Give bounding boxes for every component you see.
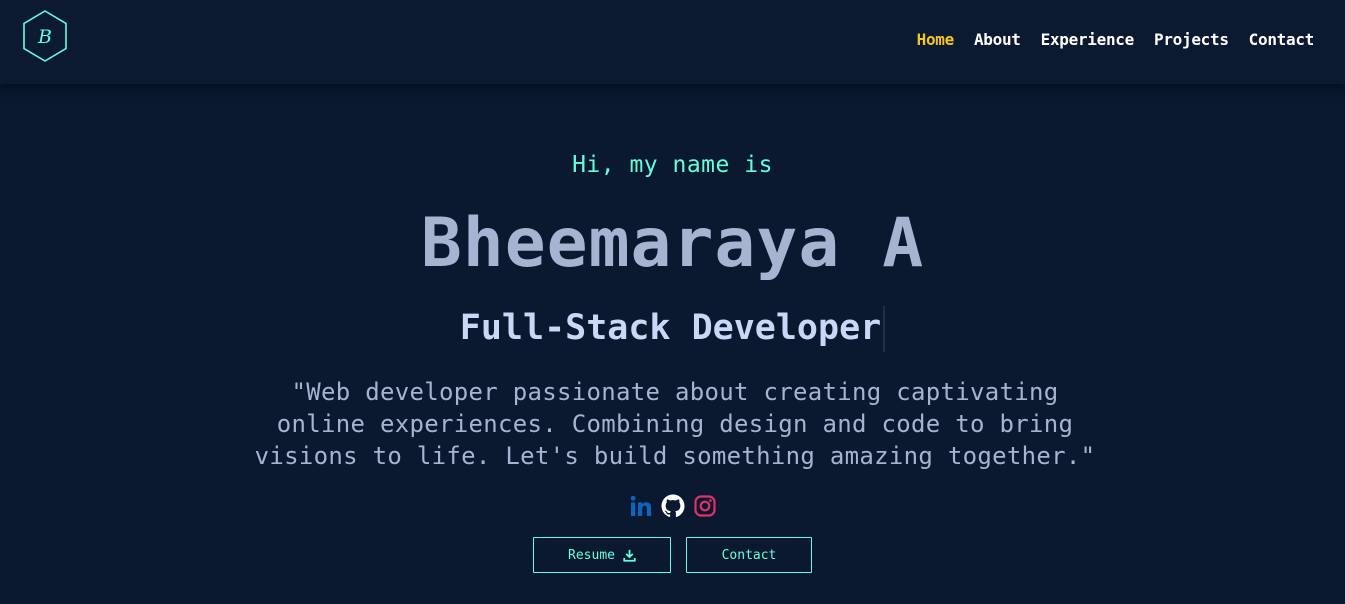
resume-button[interactable]: Resume: [533, 537, 671, 573]
contact-button-label: Contact: [721, 547, 777, 563]
nav-home-link[interactable]: Home: [917, 30, 955, 49]
instagram-icon[interactable]: [693, 494, 717, 518]
nav-contact-link[interactable]: Contact: [1249, 30, 1315, 49]
logo-hexagon-icon[interactable]: B: [22, 10, 68, 62]
nav-experience-link[interactable]: Experience: [1041, 30, 1135, 49]
resume-button-label: Resume: [568, 547, 615, 563]
download-icon: [623, 549, 636, 562]
nav-projects-link[interactable]: Projects: [1154, 30, 1229, 49]
social-links: [0, 494, 1345, 518]
hero-tagline: "Web developer passionate about creating…: [254, 378, 1096, 470]
navbar: B Home About Experience Projects Contact: [0, 0, 1345, 84]
hero-section: Hi, my name is Bheemaraya A Full-Stack D…: [0, 84, 1345, 604]
hero-name: Bheemaraya A: [420, 204, 925, 283]
logo-letter: B: [37, 26, 52, 48]
role-line: Full-Stack Developer: [0, 306, 1345, 352]
nav-about-link[interactable]: About: [974, 30, 1021, 49]
github-icon[interactable]: [661, 494, 685, 518]
nav-menu: Home About Experience Projects Contact: [917, 30, 1315, 49]
typing-cursor: [883, 306, 886, 352]
linkedin-icon[interactable]: [629, 494, 653, 518]
contact-button[interactable]: Contact: [686, 537, 812, 573]
hero-role: Full-Stack Developer: [459, 308, 882, 348]
hero-buttons: Resume Contact: [0, 537, 1345, 573]
greeting-text: Hi, my name is: [572, 152, 773, 178]
